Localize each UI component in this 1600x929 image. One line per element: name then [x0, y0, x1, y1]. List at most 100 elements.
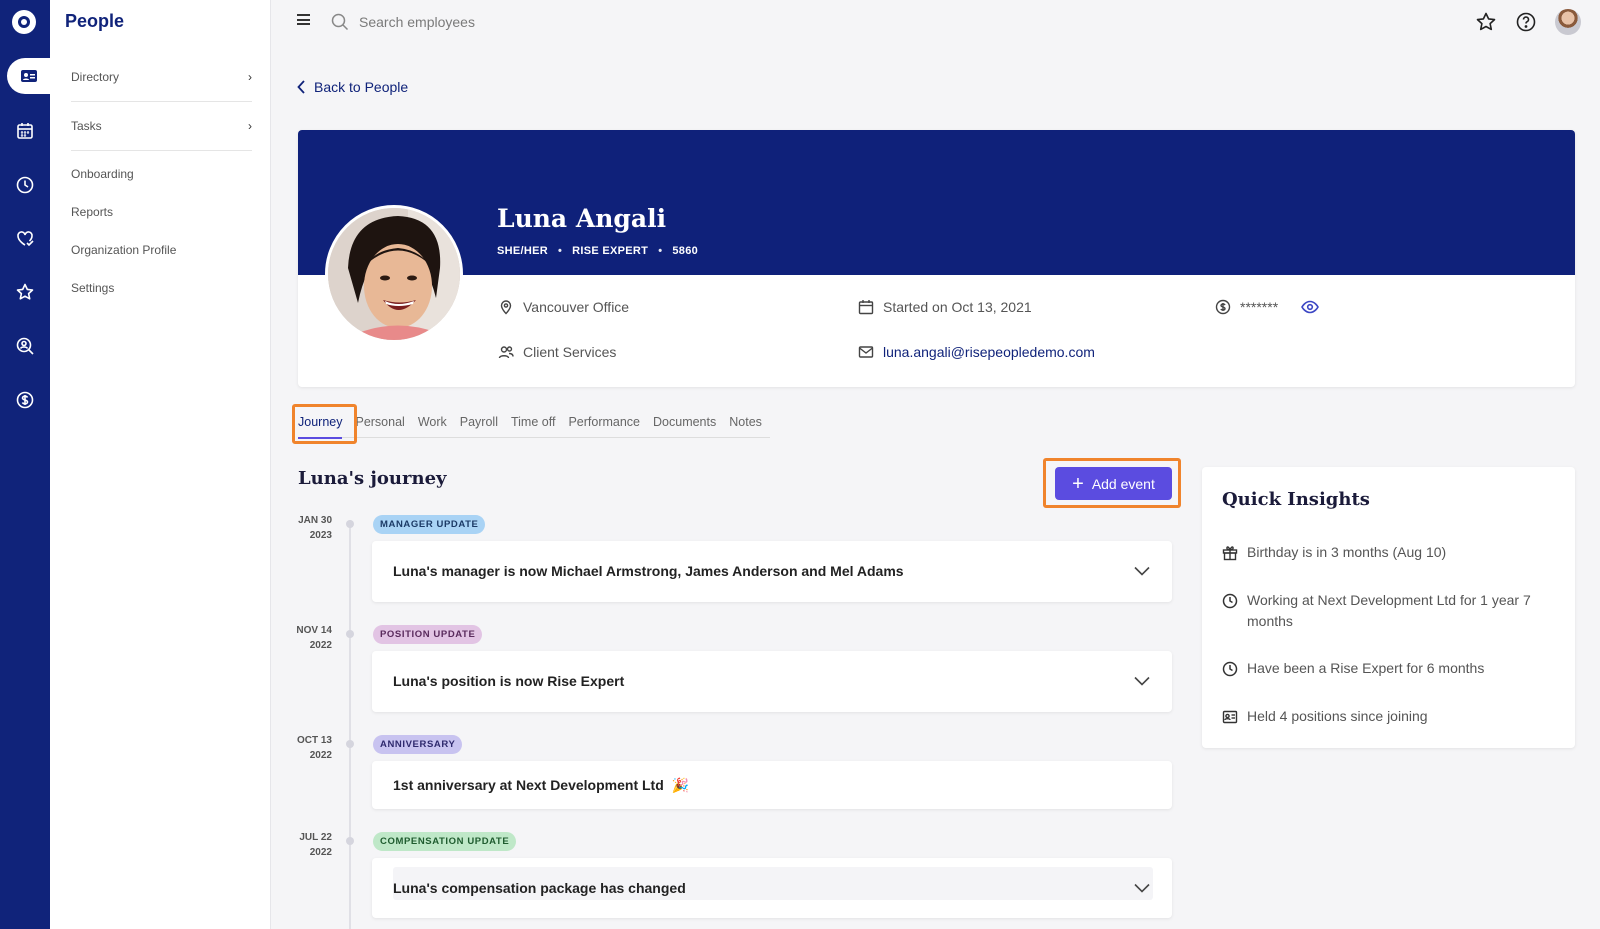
help-icon[interactable]	[1515, 11, 1537, 33]
profile-banner	[298, 130, 1575, 275]
people-card-icon[interactable]	[7, 58, 50, 94]
department: Client Services	[523, 344, 617, 360]
sidebar-item-reports[interactable]: Reports	[71, 205, 252, 219]
tab-work[interactable]: Work	[418, 412, 447, 438]
insight-item: Have been a Rise Expert for 6 months	[1222, 658, 1552, 679]
divider	[71, 150, 252, 151]
clock-icon	[1222, 593, 1238, 609]
sidebar-item-onboarding[interactable]: Onboarding	[71, 167, 252, 181]
event-badge: ANNIVERSARY	[373, 735, 463, 754]
event-card[interactable]: Luna's manager is now Michael Armstrong,…	[372, 541, 1172, 602]
logo-icon[interactable]	[12, 10, 36, 34]
tab-performance[interactable]: Performance	[568, 412, 640, 438]
eye-icon[interactable]	[1301, 300, 1320, 314]
insight-text: Birthday is in 3 months (Aug 10)	[1247, 544, 1447, 560]
timeline-dot	[346, 740, 354, 748]
users-icon	[498, 346, 514, 359]
event-date: JUL 22 2022	[299, 832, 332, 858]
event-badge: MANAGER UPDATE	[373, 515, 486, 534]
mail-icon	[858, 346, 874, 358]
event-text: Luna's compensation package has changed	[393, 880, 686, 896]
highlight-box	[292, 404, 357, 444]
timeline-dot	[346, 630, 354, 638]
event-date: OCT 13 2022	[296, 735, 332, 761]
sidebar-item-label: Onboarding	[71, 167, 134, 181]
dollar-icon[interactable]	[0, 382, 50, 418]
insight-item: Working at Next Development Ltd for 1 ye…	[1222, 590, 1552, 632]
sidebar-item-organization-profile[interactable]: Organization Profile	[71, 243, 252, 257]
start-date: Started on Oct 13, 2021	[883, 299, 1032, 315]
chevron-down-icon[interactable]	[1134, 566, 1150, 576]
clock-icon[interactable]	[0, 167, 50, 203]
event-card[interactable]: Luna's compensation package has changed	[372, 858, 1172, 918]
id-card-icon	[1222, 710, 1238, 724]
tab-notes[interactable]: Notes	[729, 412, 762, 438]
party-popper-icon: 🎉	[671, 777, 690, 793]
calendar-icon[interactable]	[0, 113, 50, 149]
top-bar	[271, 0, 1600, 44]
chevron-left-icon	[297, 80, 305, 94]
email-link[interactable]: luna.angali@risepeopledemo.com	[883, 344, 1095, 360]
add-event-label: Add event	[1091, 475, 1155, 492]
employee-name: Luna Angali	[497, 204, 667, 233]
event-text-row: 1st anniversary at Next Development Ltd …	[393, 777, 689, 794]
search-input[interactable]	[359, 12, 619, 32]
back-to-people-link[interactable]: Back to People	[297, 79, 408, 95]
sidebar-item-settings[interactable]: Settings	[71, 281, 252, 295]
office: Vancouver Office	[523, 299, 630, 315]
event-text: Luna's position is now Rise Expert	[393, 673, 625, 689]
plus-icon: +	[1072, 472, 1084, 495]
profile-meta: SHE/HER • RISE EXPERT • 5860	[497, 245, 698, 257]
dollar-icon	[1215, 299, 1231, 315]
quick-insights-card: Quick Insights Birthday is in 3 months (…	[1202, 467, 1575, 748]
timeline-line	[349, 520, 351, 929]
clock-icon	[1222, 661, 1238, 677]
profile-card: Luna Angali SHE/HER • RISE EXPERT • 5860…	[298, 130, 1575, 387]
timeline-dot	[346, 837, 354, 845]
sidebar: People Directory › Tasks › Onboarding Re…	[50, 0, 271, 929]
chevron-down-icon[interactable]	[1134, 676, 1150, 686]
event-date: NOV 14 2022	[296, 625, 332, 651]
icon-rail	[0, 0, 50, 929]
insight-text: Have been a Rise Expert for 6 months	[1247, 660, 1485, 676]
insight-item: Held 4 positions since joining	[1222, 706, 1552, 727]
location-pin-icon	[500, 300, 512, 315]
favorite-star-icon[interactable]	[1475, 11, 1497, 33]
tab-personal[interactable]: Personal	[355, 412, 404, 438]
profile-tabs: Journey Personal Work Payroll Time off P…	[298, 412, 770, 439]
department-info: Client Services	[498, 344, 616, 360]
star-icon[interactable]	[0, 274, 50, 310]
tab-documents[interactable]: Documents	[653, 412, 716, 438]
insights-title: Quick Insights	[1222, 489, 1370, 510]
timeline-dot	[346, 520, 354, 528]
start-date-info: Started on Oct 13, 2021	[858, 299, 1032, 315]
tab-payroll[interactable]: Payroll	[460, 412, 498, 438]
profile-photo	[325, 205, 463, 343]
event-date: JAN 30 2023	[298, 515, 332, 541]
add-event-button[interactable]: + Add event	[1055, 467, 1172, 500]
sidebar-item-label: Tasks	[71, 119, 102, 133]
event-card: 1st anniversary at Next Development Ltd …	[372, 761, 1172, 809]
sidebar-item-tasks[interactable]: Tasks ›	[71, 119, 252, 133]
journey-title: Luna's journey	[298, 468, 447, 489]
role: RISE EXPERT	[572, 245, 649, 257]
separator-dot: •	[558, 245, 563, 257]
salary-masked: *******	[1240, 299, 1279, 315]
salary-info: *******	[1215, 299, 1320, 315]
menu-icon[interactable]	[297, 14, 310, 25]
person-search-icon[interactable]	[0, 328, 50, 364]
sidebar-item-label: Organization Profile	[71, 243, 177, 257]
user-avatar[interactable]	[1555, 9, 1581, 35]
event-text: Luna's manager is now Michael Armstrong,…	[393, 563, 904, 579]
heart-hand-icon[interactable]	[0, 221, 50, 257]
event-card[interactable]: Luna's position is now Rise Expert	[372, 651, 1172, 712]
chevron-down-icon[interactable]	[1134, 883, 1150, 893]
chevron-right-icon: ›	[248, 119, 252, 133]
sidebar-item-directory[interactable]: Directory ›	[71, 70, 252, 84]
separator-dot: •	[658, 245, 663, 257]
email-info[interactable]: luna.angali@risepeopledemo.com	[858, 344, 1095, 360]
event-text: 1st anniversary at Next Development Ltd	[393, 777, 664, 793]
calendar-icon	[858, 300, 874, 315]
tab-time-off[interactable]: Time off	[511, 412, 555, 438]
section-title: People	[65, 11, 125, 31]
